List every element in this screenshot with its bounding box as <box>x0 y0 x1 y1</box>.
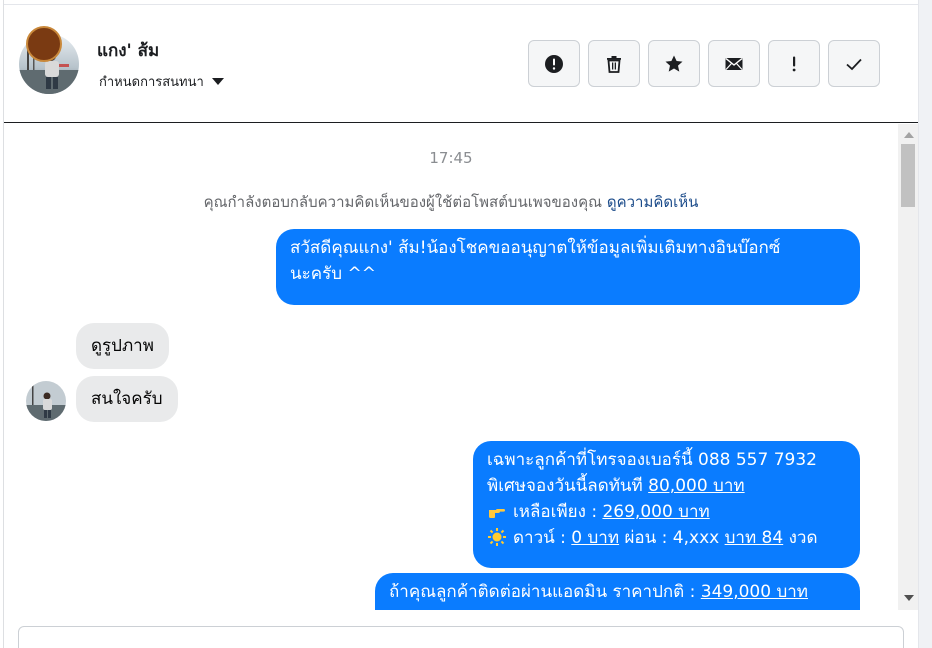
assign-conversation-label: กำหนดการสนทนา <box>99 75 204 90</box>
right-page-gutter <box>918 0 932 648</box>
conversation-actions <box>528 40 880 87</box>
message-line: พิเศษจองวันนี้ลดทันที 80,000 บาท <box>487 473 846 499</box>
contact-avatar-small[interactable] <box>26 381 66 421</box>
conversation-header: แกง' ส้ม กำหนดการสนทนา <box>4 5 918 123</box>
message-timestamp: 17:45 <box>429 149 473 167</box>
follow-up-button[interactable] <box>768 40 820 87</box>
assign-conversation-dropdown[interactable]: กำหนดการสนทนา <box>99 71 224 92</box>
discount-label: พิเศษจองวันนี้ลดทันที <box>487 476 643 496</box>
mark-spam-button[interactable] <box>528 40 580 87</box>
notice-text: คุณกำลังตอบกลับความคิดเห็นของผู้ใช้ต่อโพ… <box>203 193 603 211</box>
message-line: ถ้าคุณลูกค้าติดต่อผ่านแอดมิน ราคาปกติ : … <box>389 579 846 605</box>
trash-icon <box>607 55 621 73</box>
message-composer <box>4 610 918 648</box>
reply-input[interactable] <box>18 626 904 648</box>
installment-text: ผ่อน : 4,xxx <box>624 528 720 548</box>
alert-circle-icon <box>545 54 563 73</box>
mark-done-button[interactable] <box>828 40 880 87</box>
caret-down-icon <box>211 78 224 85</box>
inbox-conversation-view: แกง' ส้ม กำหนดการสนทนา 17:45 คุณกำลังตอบ… <box>0 0 932 648</box>
contact-name: แกง' ส้ม <box>97 41 160 61</box>
star-button[interactable] <box>648 40 700 87</box>
price-label: เหลือเพียง : <box>513 502 598 522</box>
check-icon <box>846 58 862 70</box>
message-line: ดาวน์ : 0 บาท ผ่อน : 4,xxx บาท 84 งวด <box>487 525 846 551</box>
scroll-up-arrow-icon[interactable] <box>904 132 914 138</box>
message-line: นะครับ ^^ <box>290 264 376 284</box>
installment-suffix: งวด <box>788 528 818 548</box>
outgoing-message[interactable]: สวัสดีคุณแกง' ส้ม!น้องโชคขออนุญาตให้ข้อม… <box>276 229 860 305</box>
contact-photo-image <box>26 381 66 421</box>
pointing-hand-icon <box>487 501 507 521</box>
comment-reply-notice: คุณกำลังตอบกลับความคิดเห็นของผู้ใช้ต่อโพ… <box>4 190 898 214</box>
discount-amount: 80,000 บาท <box>648 476 745 496</box>
scroll-down-arrow-icon[interactable] <box>904 595 914 601</box>
star-icon <box>665 55 683 72</box>
down-payment-amount: 0 บาท <box>571 528 620 548</box>
down-payment-label: ดาวน์ : <box>513 528 566 548</box>
page-avatar <box>26 26 62 62</box>
normal-price-amount: 349,000 บาท <box>700 582 809 602</box>
exclamation-icon <box>792 56 796 71</box>
outgoing-message-normal-price[interactable]: ถ้าคุณลูกค้าติดต่อผ่านแอดมิน ราคาปกติ : … <box>375 573 860 610</box>
message-line: เหลือเพียง : 269,000 บาท <box>487 499 846 525</box>
normal-price-label: ถ้าคุณลูกค้าติดต่อผ่านแอดมิน ราคาปกติ : <box>389 582 696 602</box>
price-amount: 269,000 บาท <box>602 502 710 522</box>
outgoing-message-promo[interactable]: เฉพาะลูกค้าที่โทรจองเบอร์นี้ 088 557 793… <box>473 441 860 568</box>
sun-icon <box>487 527 507 547</box>
incoming-message-view-photo[interactable]: ดูรูปภาพ <box>76 323 169 369</box>
envelope-icon <box>725 57 743 70</box>
view-comment-link[interactable]: ดูความคิดเห็น <box>607 193 699 211</box>
delete-button[interactable] <box>588 40 640 87</box>
message-line: สวัสดีคุณแกง' ส้ม!น้องโชคขออนุญาตให้ข้อม… <box>290 238 781 258</box>
incoming-message[interactable]: สนใจครับ <box>76 376 178 422</box>
thread-scrollbar[interactable] <box>898 124 918 610</box>
installment-months: บาท 84 <box>724 528 784 548</box>
mark-unread-button[interactable] <box>708 40 760 87</box>
scrollbar-thumb[interactable] <box>901 144 915 207</box>
message-thread[interactable]: 17:45 คุณกำลังตอบกลับความคิดเห็นของผู้ใช… <box>4 124 898 610</box>
message-line: เฉพาะลูกค้าที่โทรจองเบอร์นี้ 088 557 793… <box>487 450 817 470</box>
